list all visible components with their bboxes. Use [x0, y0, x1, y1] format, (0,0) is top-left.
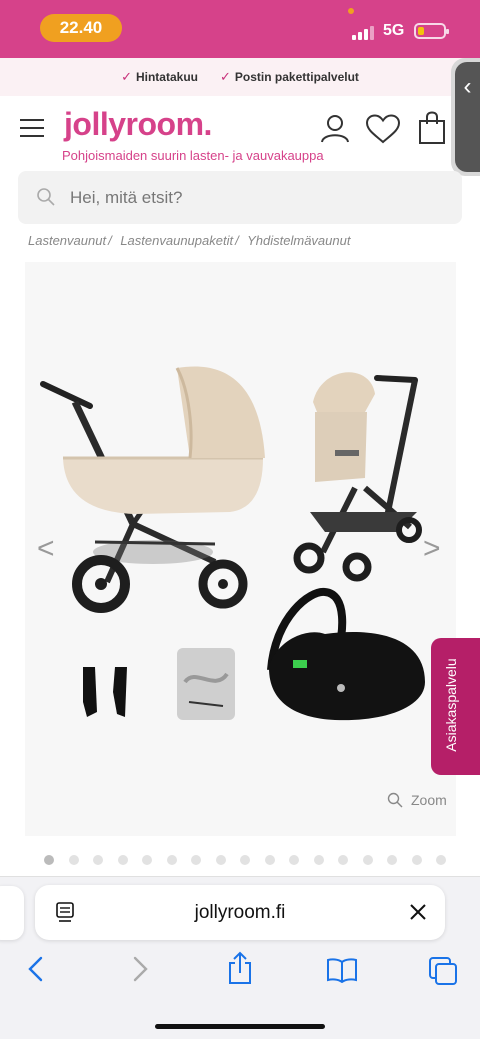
zoom-label: Zoom — [411, 792, 447, 808]
site-header: jollyroom. Pohjoismaiden suurin lasten- … — [0, 96, 480, 170]
customer-service-tab[interactable]: Asiakaspalvelu — [431, 638, 480, 775]
previous-tab-edge[interactable] — [0, 886, 24, 940]
wishlist-heart-icon[interactable] — [365, 114, 401, 144]
gallery-dot[interactable] — [142, 855, 152, 865]
home-indicator — [155, 1024, 325, 1029]
shopping-bag-icon[interactable] — [418, 111, 446, 145]
gallery-dot[interactable] — [191, 855, 201, 865]
usp-price-guarantee: ✓ Hintatakuu — [121, 69, 198, 85]
gallery-dot[interactable] — [215, 855, 226, 865]
pram-with-seat — [293, 372, 422, 582]
address-bar[interactable]: jollyroom.fi — [35, 885, 445, 940]
gallery-dot[interactable] — [411, 855, 422, 865]
tabs-icon[interactable] — [428, 956, 458, 986]
gallery-dot[interactable] — [289, 855, 299, 865]
close-icon[interactable] — [409, 903, 427, 921]
breadcrumb-link[interactable]: Lastenvaunupaketit — [120, 233, 233, 248]
gallery-dot[interactable] — [93, 855, 103, 865]
account-icon[interactable] — [320, 113, 350, 143]
url-text: jollyroom.fi — [194, 902, 286, 923]
product-image — [40, 366, 425, 721]
site-tagline: Pohjoismaiden suurin lasten- ja vauvakau… — [62, 148, 324, 163]
infant-car-seat — [267, 587, 425, 721]
check-icon: ✓ — [121, 69, 132, 84]
gallery-dot[interactable] — [387, 855, 397, 865]
breadcrumb-link[interactable]: Lastenvaunut — [28, 233, 106, 248]
gallery-dot[interactable] — [436, 855, 446, 865]
browser-side-handle[interactable]: ‹ — [451, 58, 480, 176]
breadcrumb: Lastenvaunut / Lastenvaunupaketit / Yhdist… — [28, 233, 351, 248]
gallery-dot[interactable] — [338, 855, 348, 865]
network-type: 5G — [383, 22, 405, 39]
search-icon — [37, 188, 55, 206]
breadcrumb-link[interactable]: Yhdistelmävaunut — [247, 233, 350, 248]
rain-cover — [177, 648, 235, 720]
pram-with-carrycot — [40, 366, 265, 613]
usp-label: Postin pakettipalvelut — [234, 70, 359, 84]
gallery-dot[interactable] — [68, 855, 79, 865]
customer-service-label: Asiakaspalvelu — [443, 658, 459, 752]
back-arrow-icon[interactable] — [26, 955, 46, 983]
search-input[interactable] — [70, 171, 440, 224]
usp-label: Hintatakuu — [135, 70, 198, 84]
search-bar[interactable] — [18, 171, 462, 224]
status-bar: 22.40 5G — [0, 0, 480, 58]
site-logo[interactable]: jollyroom. — [64, 106, 212, 143]
check-icon: ✓ — [219, 69, 231, 84]
chevron-left-icon: ‹ — [455, 62, 480, 172]
gallery-dot[interactable] — [313, 855, 324, 865]
usp-strip: ✓ Hintatakuu ✓ Postin pakettipalvelut — [0, 58, 480, 96]
zoom-button[interactable]: Zoom — [387, 792, 447, 808]
car-seat-adapters — [83, 667, 127, 717]
privacy-indicator-dot — [348, 8, 354, 14]
gallery-prev-arrow[interactable]: < — [37, 532, 55, 566]
status-time: 22.40 — [40, 14, 122, 42]
zoom-icon — [387, 792, 403, 808]
product-image-gallery[interactable]: < > Zoom — [25, 262, 456, 836]
gallery-dot[interactable] — [166, 855, 177, 865]
hamburger-menu-icon[interactable] — [20, 119, 44, 137]
signal-icon — [352, 24, 374, 40]
gallery-pagination — [44, 855, 446, 865]
gallery-dot[interactable] — [117, 855, 128, 865]
share-icon[interactable] — [226, 951, 254, 985]
gallery-dot[interactable] — [240, 855, 250, 865]
browser-toolbar: jollyroom.fi — [0, 876, 480, 1039]
forward-arrow-icon[interactable] — [130, 955, 150, 983]
gallery-dot[interactable] — [44, 855, 54, 865]
gallery-dot[interactable] — [264, 855, 275, 865]
gallery-next-arrow[interactable]: > — [423, 532, 441, 566]
usp-parcel-service: ✓ Postin pakettipalvelut — [220, 69, 359, 85]
gallery-dot[interactable] — [362, 855, 373, 865]
bookmarks-icon[interactable] — [326, 957, 358, 983]
battery-icon — [414, 23, 449, 39]
